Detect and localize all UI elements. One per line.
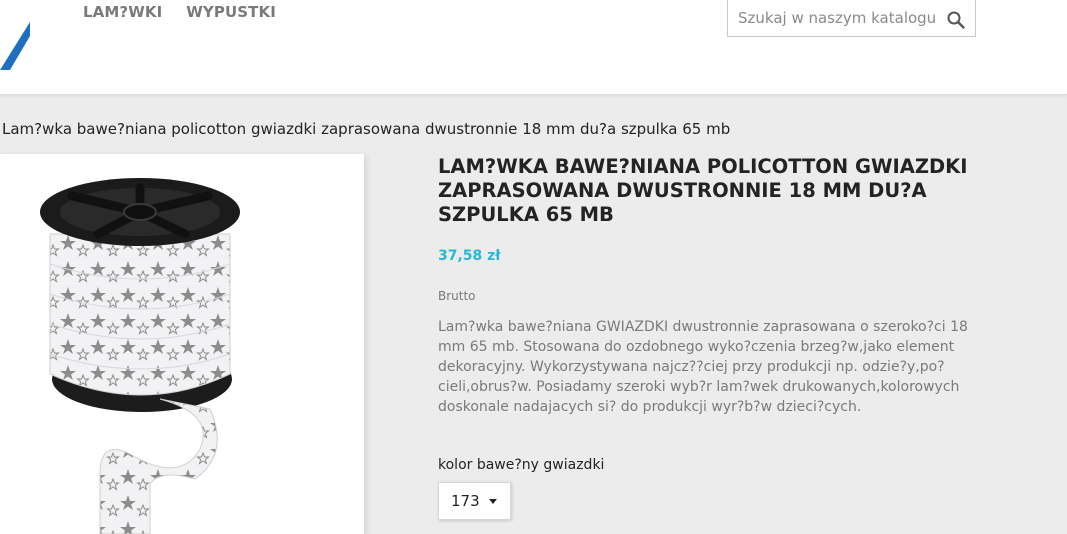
main-nav: LAM?WKI WYPUSTKI bbox=[83, 3, 276, 21]
search-icon[interactable] bbox=[946, 10, 966, 30]
variant-label: kolor bawe?ny gwiazdki bbox=[438, 457, 605, 473]
product-image-card bbox=[0, 154, 364, 534]
variant-selected-value: 173 bbox=[451, 492, 480, 510]
breadcrumb: Lam?wka bawe?niana policotton gwiazdki z… bbox=[2, 120, 730, 138]
product-image[interactable] bbox=[0, 154, 364, 534]
nav-item-wypustki[interactable]: WYPUSTKI bbox=[186, 3, 276, 21]
search-box bbox=[727, 0, 976, 37]
logo-icon[interactable] bbox=[0, 18, 30, 70]
product-price: 37,58 zł bbox=[438, 248, 501, 264]
caret-down-icon bbox=[489, 499, 497, 504]
product-description: Lam?wka bawe?niana GWIAZDKI dwustronnie … bbox=[438, 319, 968, 415]
variant-select[interactable]: 173 bbox=[438, 482, 511, 520]
breadcrumb-current: Lam?wka bawe?niana policotton gwiazdki z… bbox=[2, 120, 731, 138]
tax-label: Brutto bbox=[438, 289, 476, 303]
search-input[interactable] bbox=[728, 0, 938, 36]
site-header: LAM?WKI WYPUSTKI bbox=[0, 0, 1067, 95]
product-title: LAM?WKA BAWE?NIANA POLICOTTON GWIAZDKI Z… bbox=[438, 155, 968, 226]
nav-item-lamowki[interactable]: LAM?WKI bbox=[83, 3, 162, 21]
